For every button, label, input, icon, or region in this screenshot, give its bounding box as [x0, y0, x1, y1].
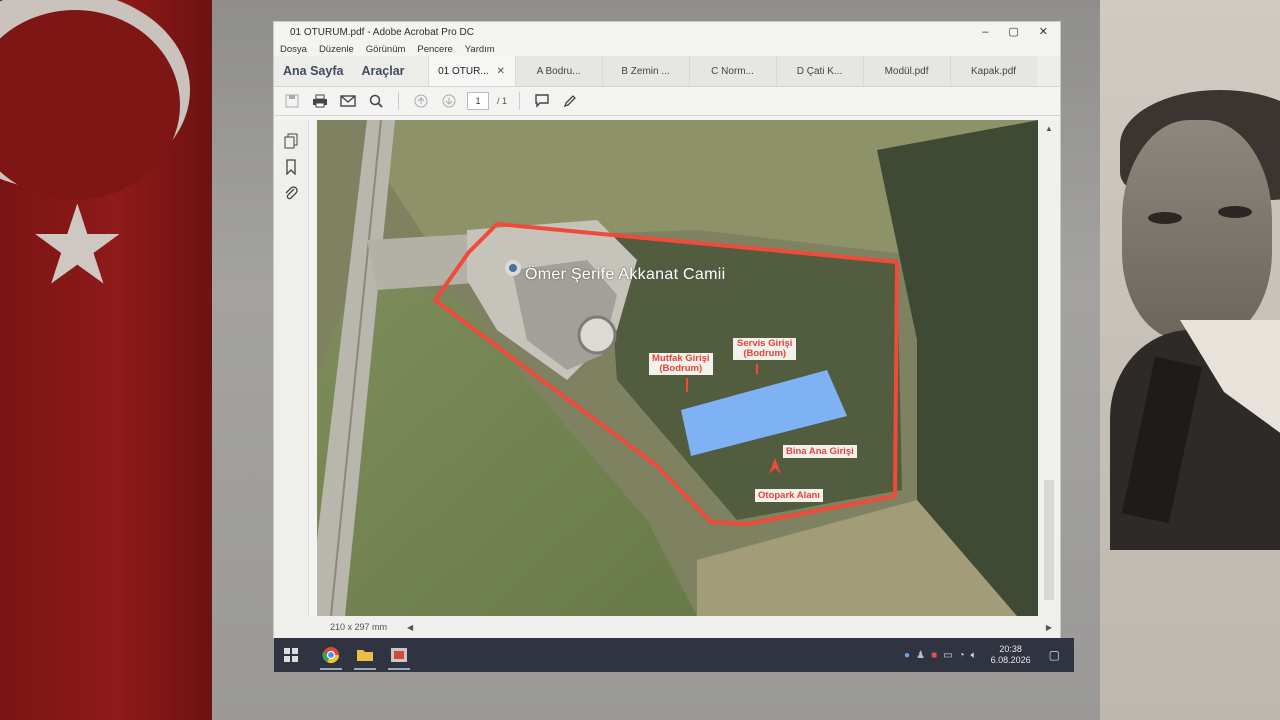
minimize-button[interactable]: – — [982, 22, 988, 42]
doc-tab-b-zemin[interactable]: B Zemin ... — [601, 56, 689, 86]
portrait-eye — [1148, 212, 1182, 224]
page-number-input[interactable]: 1 — [467, 92, 489, 110]
mosque-pin-dot — [509, 264, 517, 272]
service-entrance-label: Servis Girişi (Bodrum) — [733, 338, 797, 360]
kitchen-entrance-label: Mutfak Girişi (Bodrum) — [649, 353, 713, 375]
clock[interactable]: 20:38 6.08.2026 — [991, 644, 1031, 666]
portrait-photo — [1100, 0, 1280, 720]
title-bar: 01 OTURUM.pdf - Adobe Acrobat Pro DC – ▢… — [274, 22, 1060, 42]
mosque-label: Ömer Şerife Akkanat Camii — [525, 266, 726, 283]
clock-time: 20:38 — [999, 644, 1022, 654]
menu-duzenle[interactable]: Düzenle — [319, 44, 354, 55]
menu-bar: Dosya Düzenle Görünüm Pencere Yardım — [274, 42, 1060, 56]
file-explorer-icon[interactable] — [348, 638, 382, 672]
battery-icon[interactable]: ▭ — [943, 650, 952, 661]
window-controls: – ▢ ✕ — [982, 22, 1048, 42]
scroll-up-icon[interactable]: ▲ — [1038, 124, 1060, 133]
active-indicator — [354, 668, 376, 670]
portrait-face — [1122, 120, 1272, 340]
menu-dosya[interactable]: Dosya — [280, 44, 307, 55]
doc-tab-modul[interactable]: Modül.pdf — [862, 56, 950, 86]
left-rail — [274, 120, 309, 616]
doc-tab-d-cati[interactable]: D Çati K... — [775, 56, 863, 86]
scroll-left-icon[interactable]: ◀ — [407, 623, 413, 632]
mail-icon[interactable] — [338, 91, 358, 111]
page-total: / 1 — [497, 96, 508, 106]
portrait-eye — [1218, 206, 1252, 218]
acrobat-icon[interactable] — [382, 638, 416, 672]
scroll-thumb[interactable] — [1044, 480, 1054, 600]
volume-icon[interactable]: 🔈︎ — [971, 650, 977, 661]
chrome-icon[interactable] — [314, 638, 348, 672]
doc-tab-kapak[interactable]: Kapak.pdf — [949, 56, 1037, 86]
close-tab-icon[interactable]: ✕ — [497, 66, 505, 77]
page-size: 210 x 297 mm — [330, 622, 388, 632]
tab-ana-sayfa[interactable]: Ana Sayfa — [274, 56, 352, 86]
satellite-map[interactable]: Ömer Şerife Akkanat Camii Mutfak Girişi … — [317, 120, 1039, 616]
print-icon[interactable] — [310, 91, 330, 111]
vertical-scrollbar[interactable]: ▲ — [1038, 120, 1060, 616]
user-icon[interactable]: ♟ — [916, 650, 925, 661]
network-icon[interactable]: ◔ — [959, 650, 965, 661]
tab-araclar[interactable]: Araçlar — [352, 56, 413, 86]
clock-date: 6.08.2026 — [990, 655, 1031, 665]
notifications-icon[interactable]: ▢ — [1049, 648, 1060, 662]
star-icon: ★ — [28, 181, 127, 309]
prev-page-icon[interactable] — [411, 91, 431, 111]
scroll-right-icon[interactable]: ▶ — [1046, 623, 1052, 632]
doc-tab-c-normal[interactable]: C Norm... — [688, 56, 776, 86]
close-window-button[interactable]: ✕ — [1039, 22, 1048, 42]
windows-start-icon[interactable] — [274, 638, 308, 672]
doc-tab-a-bodrum[interactable]: A Bodru... — [514, 56, 602, 86]
info-icon[interactable]: ● — [904, 650, 910, 661]
pen-icon[interactable] — [560, 91, 580, 111]
toolbar-divider — [398, 92, 399, 110]
save-icon[interactable] — [282, 91, 302, 111]
comment-icon[interactable] — [532, 91, 552, 111]
window-title: 01 OTURUM.pdf - Adobe Acrobat Pro DC — [290, 26, 474, 38]
service-entrance-line2: (Bodrum) — [743, 348, 787, 359]
doc-tab-label: 01 OTUR... — [438, 65, 489, 77]
turkish-flag: ★ — [0, 0, 212, 720]
toolbar-divider — [519, 92, 521, 110]
next-page-icon[interactable] — [439, 91, 459, 111]
active-indicator — [388, 668, 410, 670]
maximize-button[interactable]: ▢ — [1008, 22, 1018, 42]
doc-tab-01-oturum[interactable]: 01 OTUR... ✕ — [427, 56, 515, 86]
bookmark-icon[interactable] — [274, 154, 308, 180]
pages-icon[interactable] — [274, 128, 308, 154]
document-area: Ömer Şerife Akkanat Camii Mutfak Girişi … — [274, 120, 1060, 638]
security-icon[interactable]: ■ — [931, 650, 937, 661]
taskbar: ● ♟ ■ ▭ ◔ 🔈︎ 20:38 6.08.2026 ▢ — [274, 638, 1074, 672]
menu-pencere[interactable]: Pencere — [417, 44, 452, 55]
parking-label: Otopark Alanı — [755, 489, 823, 502]
status-bar: 210 x 297 mm ◀ ▶ — [274, 616, 1060, 638]
kitchen-entrance-line2: (Bodrum) — [659, 363, 703, 374]
active-indicator — [320, 668, 342, 670]
menu-yardim[interactable]: Yardım — [465, 44, 495, 55]
mosque-dome — [577, 315, 617, 355]
main-entrance-label: Bina Ana Girişi — [783, 445, 857, 458]
attachment-icon[interactable] — [274, 180, 308, 206]
system-tray: ● ♟ ■ ▭ ◔ 🔈︎ 20:38 6.08.2026 ▢ — [904, 638, 1060, 672]
tab-bar: Ana Sayfa Araçlar 01 OTUR... ✕ A Bodru..… — [274, 56, 1060, 87]
search-icon[interactable] — [366, 91, 386, 111]
menu-gorunum[interactable]: Görünüm — [366, 44, 406, 55]
toolbar: 1 / 1 — [274, 87, 1060, 116]
acrobat-window: 01 OTURUM.pdf - Adobe Acrobat Pro DC – ▢… — [274, 22, 1060, 638]
